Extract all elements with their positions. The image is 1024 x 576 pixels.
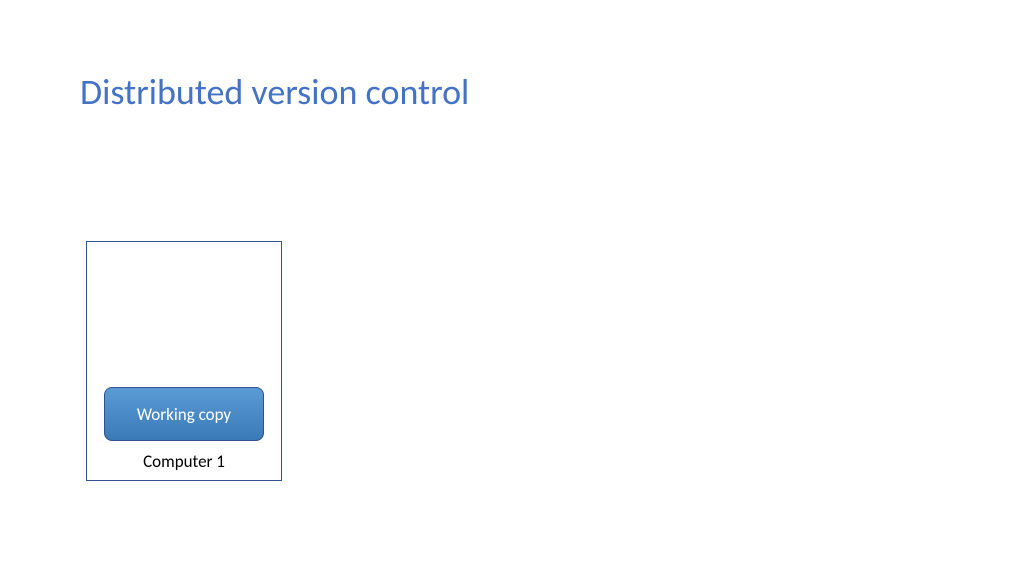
working-copy-box: Working copy xyxy=(104,387,264,441)
computer-container: Working copy Computer 1 xyxy=(86,241,282,481)
working-copy-label: Working copy xyxy=(137,404,231,425)
computer-label: Computer 1 xyxy=(143,447,225,474)
slide-title: Distributed version control xyxy=(80,70,469,114)
